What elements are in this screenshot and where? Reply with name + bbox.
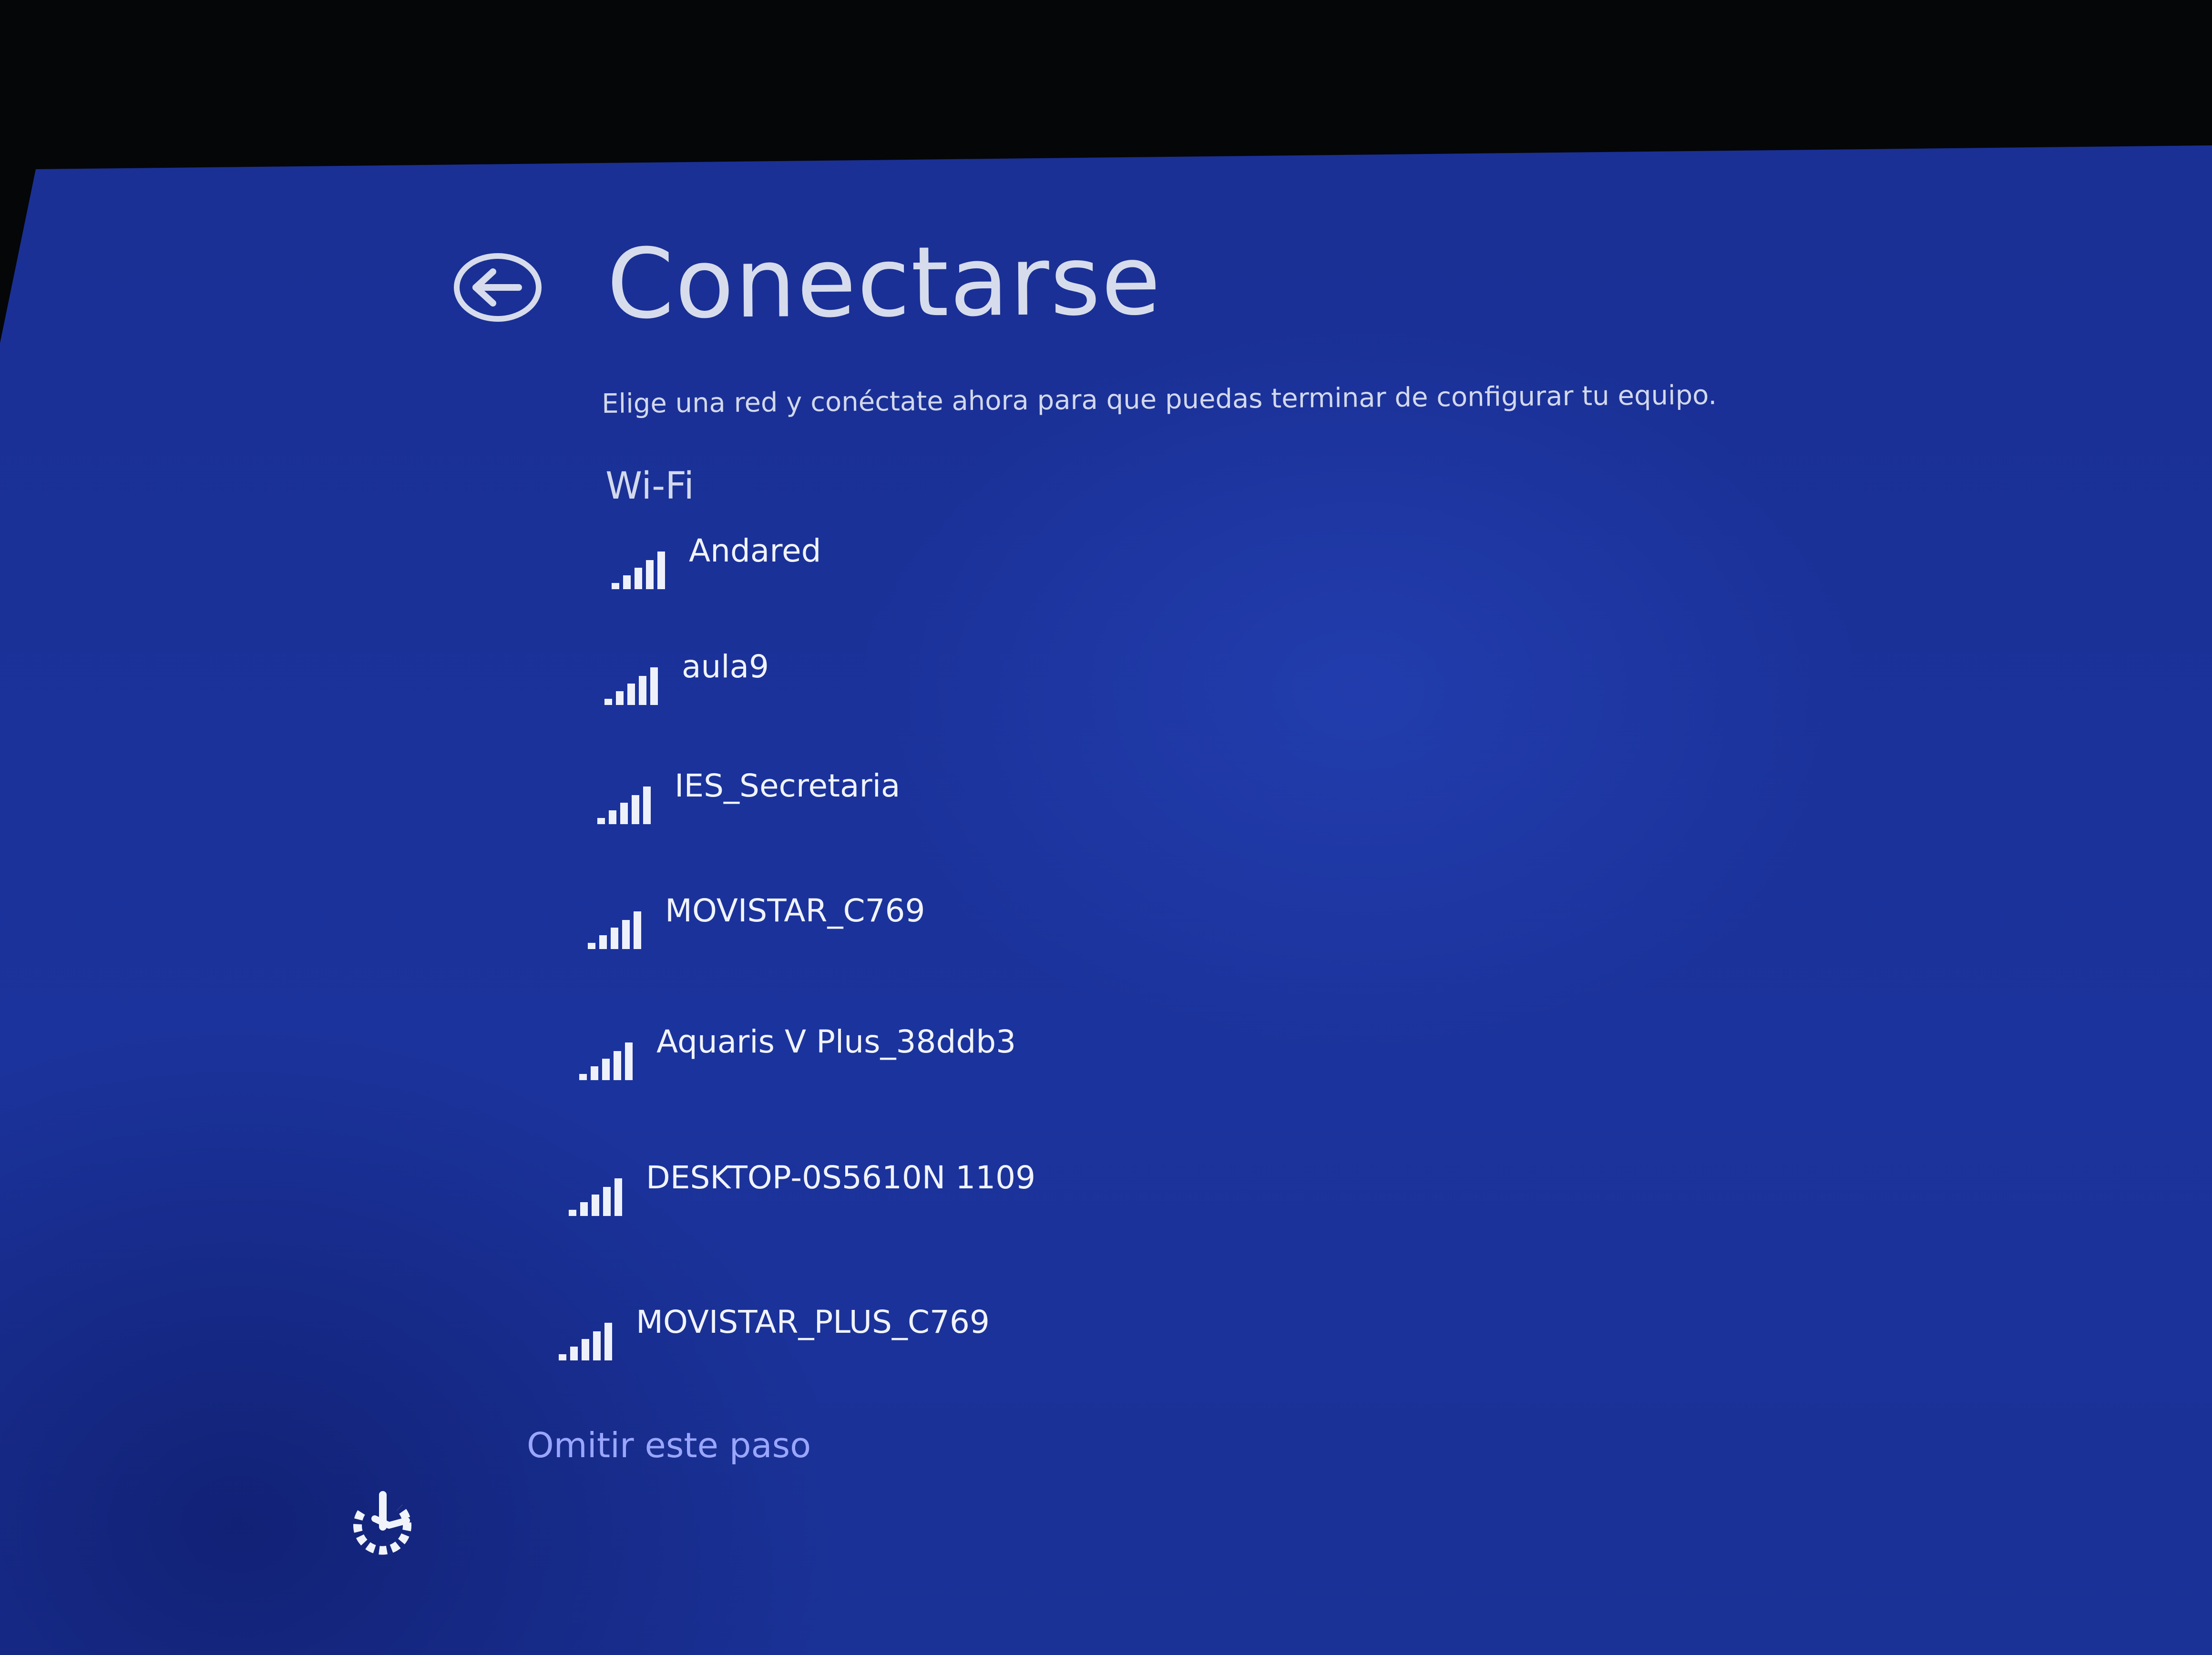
wifi-signal-icon: [579, 1042, 633, 1080]
ease-of-access-icon: [353, 1491, 412, 1555]
network-name: MOVISTAR_C769: [665, 892, 925, 929]
wifi-signal-icon: [588, 911, 641, 949]
network-name: aula9: [682, 648, 769, 685]
wifi-section-heading: Wi-Fi: [605, 465, 695, 508]
setup-screen: Conectarse Elige una red y conéctate aho…: [0, 145, 2212, 1655]
ease-of-access-button[interactable]: [347, 1486, 419, 1558]
wifi-signal-icon: [597, 787, 651, 824]
network-name: Andared: [689, 532, 821, 569]
skip-step-link[interactable]: Omitir este paso: [527, 1425, 811, 1465]
network-name: Aquaris V Plus_38ddb3: [656, 1023, 1016, 1060]
page-subtitle: Elige una red y conéctate ahora para que…: [602, 379, 1717, 419]
page-title: Conectarse: [606, 224, 1162, 340]
wifi-signal-icon: [612, 552, 665, 589]
wifi-signal-icon: [569, 1178, 622, 1216]
network-name: MOVISTAR_PLUS_C769: [636, 1304, 990, 1340]
back-arrow-circle-icon: [454, 253, 542, 322]
network-name: DESKTOP-0S5610N 1109: [646, 1159, 1036, 1196]
wifi-signal-icon: [604, 667, 658, 705]
back-button[interactable]: [453, 252, 543, 323]
network-name: IES_Secretaria: [675, 767, 901, 804]
wifi-signal-icon: [559, 1323, 612, 1360]
